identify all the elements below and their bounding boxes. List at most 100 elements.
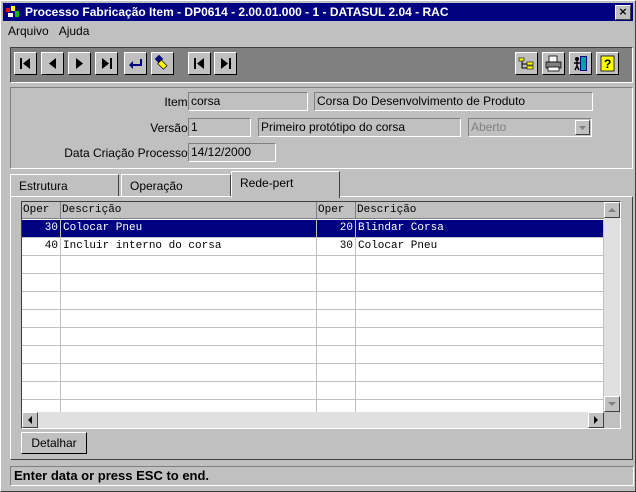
menu-bar: Arquivo Ajuda <box>3 22 94 40</box>
table-row[interactable]: 30 Colocar Pneu 20 Blindar Corsa <box>22 220 604 238</box>
column-header-descricao-2[interactable]: Descrição <box>356 202 604 219</box>
goto-icon <box>129 59 142 69</box>
versao-description-field: Primeiro protótipo do corsa <box>258 118 461 137</box>
title-bar: Processo Fabricação Item - DP0614 - 2.00… <box>3 3 633 21</box>
structure-tree-button[interactable] <box>515 52 538 75</box>
empty-table-row <box>22 256 604 274</box>
empty-cell <box>61 310 317 328</box>
versao-number-field[interactable]: 1 <box>188 118 251 137</box>
empty-cell <box>22 256 61 274</box>
empty-cell <box>356 256 604 274</box>
prev-icon <box>49 58 56 69</box>
first-icon <box>20 58 30 69</box>
table-row[interactable]: 40 Incluir interno do corsa 30 Colocar P… <box>22 238 604 256</box>
empty-cell <box>317 256 356 274</box>
close-button[interactable]: × <box>615 5 631 20</box>
tab-rede-pert[interactable]: Rede-pert <box>231 171 340 198</box>
empty-cell <box>61 274 317 292</box>
cell-oper: 30 <box>22 220 61 238</box>
rede-pert-grid[interactable]: Oper Descrição Oper Descrição 30 Colocar… <box>21 201 621 429</box>
main-window: Processo Fabricação Item - DP0614 - 2.00… <box>0 0 636 492</box>
combo-dropdown-button <box>575 120 590 135</box>
menu-ajuda[interactable]: Ajuda <box>54 22 95 40</box>
empty-table-row <box>22 382 604 400</box>
empty-table-row <box>22 346 604 364</box>
horizontal-scrollbar[interactable] <box>22 412 604 428</box>
empty-cell <box>22 328 61 346</box>
prev-record-button[interactable] <box>41 52 64 75</box>
empty-cell <box>356 310 604 328</box>
scroll-up-button[interactable] <box>604 202 620 218</box>
scroll-left-button[interactable] <box>22 412 38 428</box>
empty-cell <box>356 292 604 310</box>
print-icon <box>545 55 562 72</box>
grid-header: Oper Descrição Oper Descrição <box>22 202 604 219</box>
empty-cell <box>61 346 317 364</box>
cell-descricao-2: Blindar Corsa <box>356 220 604 238</box>
column-header-oper[interactable]: Oper <box>22 202 61 219</box>
tab-estrutura[interactable]: Estrutura <box>10 174 119 196</box>
empty-cell <box>356 274 604 292</box>
status-bar: Enter data or press ESC to end. <box>10 466 634 486</box>
header-panel: Item: corsa Corsa Do Desenvolvimento de … <box>10 87 633 169</box>
empty-table-row <box>22 292 604 310</box>
column-header-descricao[interactable]: Descrição <box>61 202 317 219</box>
exit-icon <box>574 56 587 71</box>
empty-cell <box>22 346 61 364</box>
menu-arquivo[interactable]: Arquivo <box>3 22 54 40</box>
empty-cell <box>317 346 356 364</box>
cell-oper-2: 20 <box>317 220 356 238</box>
next-record-button[interactable] <box>68 52 91 75</box>
first-page-icon <box>194 58 204 69</box>
versao-status-value: Aberto <box>471 120 507 134</box>
scroll-down-button[interactable] <box>604 396 620 412</box>
last-record-button[interactable] <box>95 52 118 75</box>
vertical-scrollbar[interactable] <box>604 202 620 412</box>
window-title: Processo Fabricação Item - DP0614 - 2.00… <box>25 5 449 19</box>
empty-cell <box>22 274 61 292</box>
cell-descricao: Incluir interno do corsa <box>61 238 317 256</box>
app-icon <box>6 6 19 17</box>
print-button[interactable] <box>542 52 565 75</box>
tab-operacao[interactable]: Operação <box>121 174 231 196</box>
exit-button[interactable] <box>569 52 592 75</box>
column-header-oper-2[interactable]: Oper <box>317 202 356 219</box>
empty-cell <box>317 310 356 328</box>
arrow-down-icon <box>608 402 616 406</box>
empty-cell <box>61 382 317 400</box>
versao-label: Versão: <box>150 121 191 135</box>
toolbar: ? <box>10 47 633 83</box>
first-page-button[interactable] <box>188 52 211 75</box>
tree-icon <box>518 57 534 70</box>
svg-text:?: ? <box>604 57 611 71</box>
last-page-button[interactable] <box>214 52 237 75</box>
arrow-left-icon <box>28 416 32 424</box>
empty-cell <box>61 364 317 382</box>
cell-oper-2: 30 <box>317 238 356 256</box>
item-code-field[interactable]: corsa <box>188 92 308 111</box>
empty-cell <box>356 364 604 382</box>
empty-cell <box>356 382 604 400</box>
cell-oper: 40 <box>22 238 61 256</box>
empty-table-row <box>22 310 604 328</box>
last-icon <box>102 58 112 69</box>
data-criacao-label: Data Criação Processo: <box>64 146 191 160</box>
empty-cell <box>317 292 356 310</box>
item-label: Item: <box>164 95 191 109</box>
item-description-field: Corsa Do Desenvolvimento de Produto <box>314 92 593 111</box>
empty-cell <box>356 346 604 364</box>
help-button[interactable]: ? <box>596 52 619 75</box>
detalhar-button[interactable]: Detalhar <box>21 432 87 454</box>
empty-cell <box>317 382 356 400</box>
search-button[interactable] <box>151 52 174 75</box>
empty-cell <box>317 274 356 292</box>
empty-cell <box>317 328 356 346</box>
empty-cell <box>61 328 317 346</box>
first-record-button[interactable] <box>14 52 37 75</box>
scroll-right-button[interactable] <box>588 412 604 428</box>
cell-descricao-2: Colocar Pneu <box>356 238 604 256</box>
data-criacao-field: 14/12/2000 <box>188 143 276 162</box>
goto-button[interactable] <box>124 52 147 75</box>
last-page-icon <box>221 58 231 69</box>
scrollbar-corner <box>604 412 620 428</box>
